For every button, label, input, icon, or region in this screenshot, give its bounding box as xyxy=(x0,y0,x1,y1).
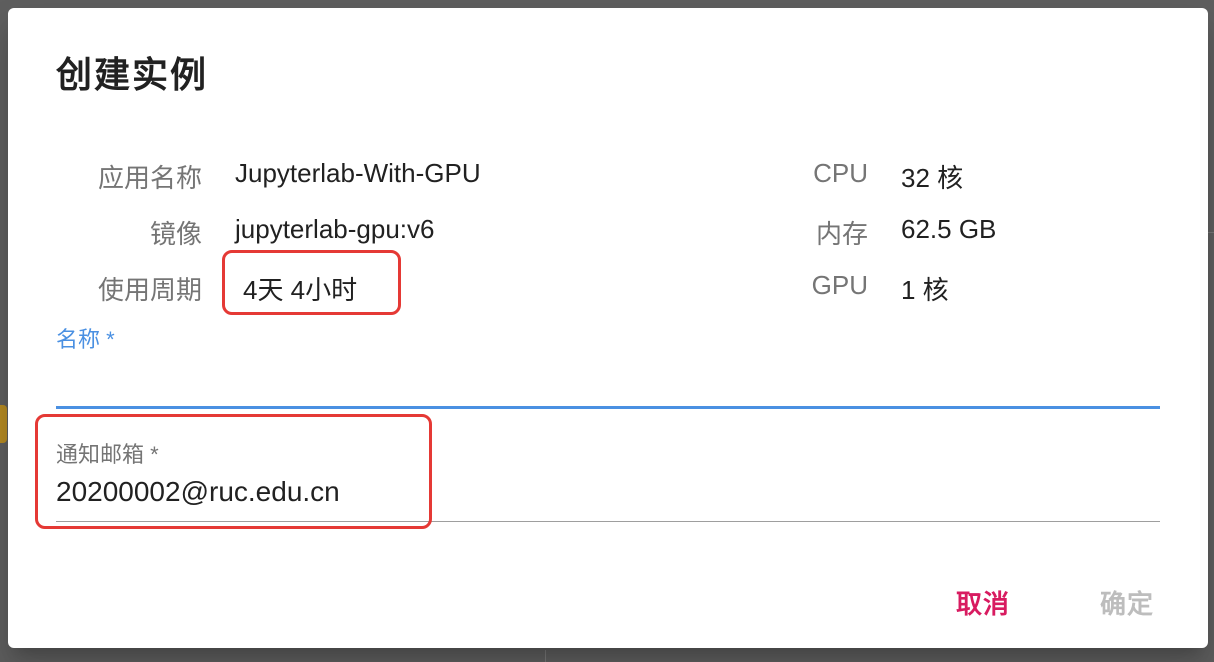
backdrop-element xyxy=(0,405,7,443)
cpu-value: 32 核 xyxy=(901,163,964,193)
backdrop-divider xyxy=(545,650,546,662)
dialog-title: 创建实例 xyxy=(56,54,209,95)
email-field-highlight xyxy=(35,414,432,529)
cpu-label: CPU xyxy=(813,158,868,188)
backdrop-divider xyxy=(1208,232,1214,233)
image-label: 镜像 xyxy=(149,219,202,249)
memory-label: 内存 xyxy=(815,219,868,249)
image-value: jupyterlab-gpu:v6 xyxy=(235,214,435,244)
name-field-label: 名称 * xyxy=(56,327,115,352)
app-name-value: Jupyterlab-With-GPU xyxy=(235,158,481,188)
usage-period-highlight xyxy=(222,250,401,315)
name-input-underline xyxy=(56,406,1160,409)
cancel-button[interactable]: 取消 xyxy=(956,584,1010,621)
usage-period-label: 使用周期 xyxy=(97,275,202,305)
gpu-label: GPU xyxy=(811,270,868,300)
name-input[interactable] xyxy=(56,360,1160,400)
confirm-button[interactable]: 确定 xyxy=(1100,584,1154,621)
create-instance-dialog: 创建实例 应用名称 Jupyterlab-With-GPU 镜像 jupyter… xyxy=(8,8,1208,648)
app-name-label: 应用名称 xyxy=(97,163,202,193)
gpu-value: 1 核 xyxy=(901,275,949,305)
memory-value: 62.5 GB xyxy=(901,214,997,244)
